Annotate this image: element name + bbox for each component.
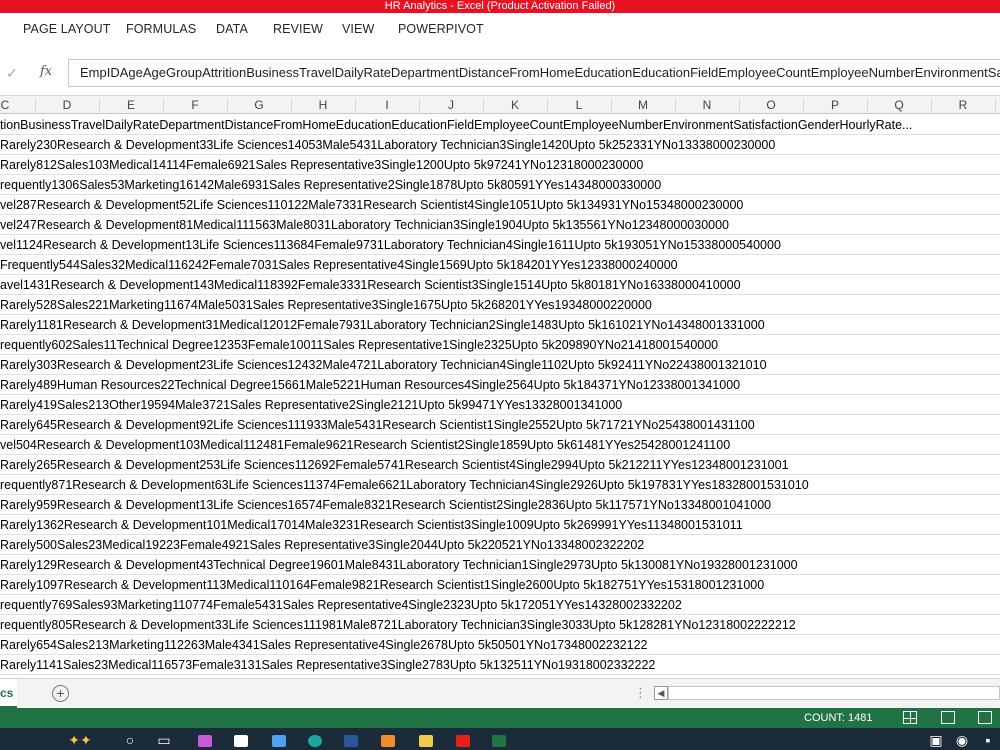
table-row[interactable]: requently871Research & Development63Life… [0, 475, 1000, 495]
table-row[interactable]: Rarely1097Research & Development113Medic… [0, 575, 1000, 595]
table-row[interactable]: Rarely654Sales213Marketing112263Male4341… [0, 635, 1000, 655]
tab-formulas[interactable]: FORMULAS [126, 22, 196, 36]
tray-network-icon[interactable]: ◉ [954, 733, 970, 747]
formula-input[interactable]: EmpIDAgeAgeGroupAttritionBusinessTravelD… [68, 59, 1000, 87]
tab-splitter-icon[interactable]: ⋮ [634, 685, 647, 701]
table-row[interactable]: Rarely812Sales103Medical14114Female6921S… [0, 155, 1000, 175]
column-header-n[interactable]: N [675, 96, 739, 114]
edge-icon[interactable] [308, 735, 322, 747]
table-row[interactable]: Rarely303Research & Development23Life Sc… [0, 355, 1000, 375]
column-header-m[interactable]: M [611, 96, 675, 114]
count-readout: COUNT: 1481 [804, 712, 873, 724]
normal-view-icon[interactable] [903, 711, 917, 724]
column-header-d[interactable]: D [35, 96, 99, 114]
column-header-h[interactable]: H [291, 96, 355, 114]
tab-review[interactable]: REVIEW [273, 22, 323, 36]
sheet-tab-active[interactable]: cs [0, 679, 17, 708]
column-header: C D E F G H I J K L M N O P Q R [0, 95, 1000, 114]
column-header-i[interactable]: I [355, 96, 419, 114]
tray-app-icon[interactable]: ▪ [980, 733, 996, 747]
table-row[interactable]: vel247Research & Development81Medical111… [0, 215, 1000, 235]
table-row[interactable]: Rarely645Research & Development92Life Sc… [0, 415, 1000, 435]
tab-view[interactable]: VIEW [342, 22, 374, 36]
tray-device-icon[interactable]: ▣ [928, 733, 944, 747]
tab-page-layout[interactable]: PAGE LAYOUT [23, 22, 110, 36]
column-header-j[interactable]: J [419, 96, 483, 114]
search-icon[interactable]: ○ [122, 733, 138, 747]
sheet-tabs-bar: cs + ⋮ ◀ [0, 678, 1000, 708]
tab-powerpivot[interactable]: POWERPIVOT [398, 22, 484, 36]
column-header-c[interactable]: C [0, 96, 10, 114]
table-row[interactable]: Frequently544Sales32Medical116242Female7… [0, 255, 1000, 275]
excel-window: HR Analytics - Excel (Product Activation… [0, 0, 1000, 750]
table-row[interactable]: tionBusinessTravelDailyRateDepartmentDis… [0, 115, 1000, 135]
table-row[interactable]: vel1124Research & Development13Life Scie… [0, 235, 1000, 255]
column-header-p[interactable]: P [803, 96, 867, 114]
column-header-k[interactable]: K [483, 96, 547, 114]
table-row[interactable]: requently805Research & Development33Life… [0, 615, 1000, 635]
page-layout-view-icon[interactable] [941, 711, 955, 724]
enter-check-icon[interactable]: ✓ [6, 66, 20, 80]
mail-icon[interactable] [234, 735, 248, 747]
table-row[interactable]: Rarely129Research & Development43Technic… [0, 555, 1000, 575]
word-icon[interactable] [344, 735, 358, 747]
worksheet-grid[interactable]: tionBusinessTravelDailyRateDepartmentDis… [0, 115, 1000, 675]
page-break-view-icon[interactable] [978, 711, 992, 724]
task-view-icon[interactable]: ▭ [156, 733, 172, 747]
copilot-sparkle-icon[interactable]: ✦✦ [62, 733, 98, 747]
table-row[interactable]: Rarely265Research & Development253Life S… [0, 455, 1000, 475]
table-row[interactable]: Rarely419Sales213Other19594Male3721Sales… [0, 395, 1000, 415]
column-header-r[interactable]: R [931, 96, 995, 114]
table-row[interactable]: Rarely489Human Resources22Technical Degr… [0, 375, 1000, 395]
table-row[interactable]: vel287Research & Development52Life Scien… [0, 195, 1000, 215]
youtube-icon[interactable] [456, 735, 470, 747]
insert-function-icon[interactable]: fx [40, 64, 52, 79]
table-row[interactable]: requently769Sales93Marketing110774Female… [0, 595, 1000, 615]
table-row[interactable]: requently602Sales11Technical Degree12353… [0, 335, 1000, 355]
table-row[interactable]: avel1431Research & Development143Medical… [0, 275, 1000, 295]
table-row[interactable]: Rarely1141Sales23Medical116573Female3131… [0, 655, 1000, 675]
title-bar: HR Analytics - Excel (Product Activation… [0, 0, 1000, 13]
table-row[interactable]: Rarely500Sales23Medical19223Female4921Sa… [0, 535, 1000, 555]
table-row[interactable]: Rarely230Research & Development33Life Sc… [0, 135, 1000, 155]
column-header-o[interactable]: O [739, 96, 803, 114]
column-header-q[interactable]: Q [867, 96, 931, 114]
column-header-l[interactable]: L [547, 96, 611, 114]
status-bar: COUNT: 1481 [0, 708, 1000, 728]
formula-bar: ✓ fx EmpIDAgeAgeGroupAttritionBusinessTr… [0, 50, 1000, 95]
copilot-app-icon[interactable] [198, 735, 212, 747]
add-sheet-icon[interactable]: + [52, 685, 69, 702]
ribbon-tabs: PAGE LAYOUT FORMULAS DATA REVIEW VIEW PO… [0, 13, 1000, 50]
window-title: HR Analytics - Excel (Product Activation… [384, 0, 616, 12]
taskbar: ✦✦ ○ ▭ ▣ ◉ ▪ [0, 728, 1000, 750]
excel-icon[interactable] [492, 735, 506, 747]
tab-data[interactable]: DATA [216, 22, 248, 36]
horizontal-scrollbar[interactable] [668, 686, 1000, 700]
table-row[interactable]: Rarely1362Research & Development101Medic… [0, 515, 1000, 535]
table-row[interactable]: Rarely1181Research & Development31Medica… [0, 315, 1000, 335]
vlc-icon[interactable] [381, 735, 395, 747]
column-header-g[interactable]: G [227, 96, 291, 114]
scroll-left-icon[interactable]: ◀ [654, 686, 668, 700]
table-row[interactable]: Rarely528Sales221Marketing11674Male5031S… [0, 295, 1000, 315]
table-row[interactable]: requently1306Sales53Marketing16142Male69… [0, 175, 1000, 195]
column-header-f[interactable]: F [163, 96, 227, 114]
column-header-e[interactable]: E [99, 96, 163, 114]
table-row[interactable]: vel504Research & Development103Medical11… [0, 435, 1000, 455]
table-row[interactable]: Rarely959Research & Development13Life Sc… [0, 495, 1000, 515]
file-explorer-icon[interactable] [419, 735, 433, 747]
store-icon[interactable] [272, 735, 286, 747]
